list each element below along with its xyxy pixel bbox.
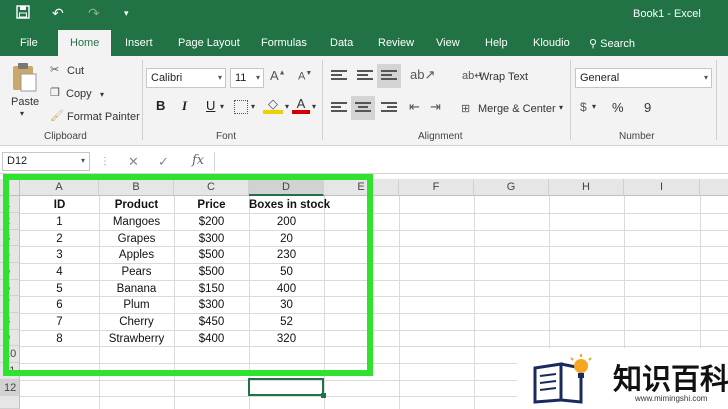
tab-page-layout[interactable]: Page Layout (178, 37, 240, 49)
paste-button[interactable]: Paste (11, 96, 39, 108)
copy-button[interactable]: Copy (66, 88, 92, 100)
increase-indent-icon[interactable]: ⇥ (430, 99, 441, 115)
top-align-icon[interactable] (331, 70, 347, 82)
copy-icon[interactable]: ❐ (50, 86, 60, 99)
tab-insert[interactable]: Insert (125, 37, 153, 49)
name-box-value: D12 (7, 155, 28, 167)
cancel-icon[interactable]: ✕ (128, 154, 139, 170)
font-name-value: Calibri (151, 72, 183, 84)
row-header-12[interactable]: 12 (0, 380, 20, 396)
formula-bar: D12 ▾ ⋮ ✕ ✓ fx (0, 150, 728, 174)
font-color-icon[interactable]: A (292, 96, 310, 116)
column-header-f[interactable]: F (399, 179, 474, 196)
window-title: Book1 - Excel (633, 8, 701, 20)
number-group-label: Number (619, 131, 655, 142)
borders-icon[interactable] (234, 100, 248, 114)
row-header-13 (0, 396, 20, 409)
column-header-overflow (700, 179, 728, 196)
borders-dropdown-icon[interactable]: ▾ (251, 102, 255, 111)
enter-icon[interactable]: ✓ (158, 154, 169, 170)
copy-dropdown-icon[interactable]: ▾ (100, 90, 104, 99)
watermark: 知识百科 www.mimingshi.com (517, 348, 728, 409)
tab-kloudio[interactable]: Kloudio (533, 37, 570, 49)
fill-color-icon[interactable]: ◇ (263, 96, 283, 116)
tab-file[interactable]: File (20, 37, 38, 49)
merge-dropdown-icon[interactable]: ▾ (559, 103, 563, 112)
search-icon: ⚲ (589, 38, 598, 50)
gridline (474, 196, 475, 409)
cut-icon[interactable]: ✂ (50, 63, 59, 76)
align-right-icon[interactable] (381, 102, 397, 114)
insert-function-icon[interactable]: fx (192, 153, 204, 168)
orientation-icon[interactable]: ab↗ (410, 67, 435, 83)
merge-center-button[interactable]: Merge & Center (478, 103, 556, 115)
accounting-format-icon[interactable]: $ (580, 100, 587, 114)
decrease-indent-icon[interactable]: ⇤ (409, 99, 420, 115)
tab-data[interactable]: Data (330, 37, 353, 49)
format-painter-icon[interactable]: 🖌 (50, 109, 64, 122)
column-header-h[interactable]: H (549, 179, 624, 196)
name-box[interactable]: D12 ▾ (2, 152, 90, 171)
font-name-combo[interactable]: Calibri ▾ (146, 68, 226, 88)
tab-help[interactable]: Help (485, 37, 508, 49)
customize-qat-icon[interactable]: ▾ (124, 8, 129, 19)
tab-view[interactable]: View (436, 37, 460, 49)
clipboard-group-label: Clipboard (44, 131, 87, 142)
cut-button[interactable]: Cut (67, 65, 84, 77)
bold-button[interactable]: B (156, 98, 165, 113)
paste-icon[interactable] (10, 62, 38, 97)
group-divider (716, 60, 717, 140)
underline-button[interactable]: U (206, 98, 215, 113)
bottom-align-icon[interactable] (381, 70, 397, 82)
align-left-icon[interactable] (331, 102, 347, 114)
ribbon-tabs: File Home Insert Page Layout Formulas Da… (0, 30, 728, 57)
percent-style-button[interactable]: % (612, 100, 624, 115)
column-header-g[interactable]: G (474, 179, 549, 196)
font-color-dropdown-icon[interactable]: ▾ (312, 102, 316, 111)
tab-home[interactable]: Home (58, 30, 112, 57)
formula-input[interactable] (214, 152, 726, 171)
comma-style-button[interactable]: 9 (644, 100, 651, 115)
increase-font-icon[interactable]: A▲ (270, 68, 286, 83)
watermark-text: 知识百科 (613, 362, 728, 396)
alignment-group-label: Alignment (418, 131, 463, 142)
tab-formulas[interactable]: Formulas (261, 37, 307, 49)
ribbon-home: Paste ▾ ✂ Cut ❐ Copy ▾ 🖌 Format Painter … (0, 56, 728, 146)
title-bar: ↶ ↷ ▾ Book1 - Excel (0, 0, 728, 30)
book-lightbulb-logo (531, 354, 595, 404)
font-group-label: Font (216, 131, 237, 142)
gridline (399, 196, 400, 409)
column-header-i[interactable]: I (624, 179, 700, 196)
italic-button[interactable]: I (182, 98, 187, 114)
number-format-combo[interactable]: General ▾ (575, 68, 712, 88)
redo-icon[interactable]: ↷ (88, 5, 100, 22)
active-cell-d12[interactable] (248, 378, 326, 398)
accounting-dropdown-icon[interactable]: ▾ (592, 102, 596, 111)
group-divider (570, 60, 571, 140)
search-label: Search (600, 38, 635, 50)
group-divider (322, 60, 323, 140)
more-options-icon: ⋮ (100, 156, 110, 167)
save-icon[interactable] (16, 5, 30, 22)
merge-center-icon[interactable]: ⊞ (461, 102, 470, 115)
wrap-text-button[interactable]: Wrap Text (479, 71, 528, 83)
font-size-combo[interactable]: 11 ▾ (230, 68, 264, 88)
paste-dropdown-icon[interactable]: ▾ (20, 109, 24, 118)
decrease-font-icon[interactable]: A▼ (298, 70, 312, 83)
watermark-url: www.mimingshi.com (635, 394, 708, 403)
number-format-value: General (580, 72, 620, 84)
group-divider (142, 60, 143, 140)
align-center-icon[interactable] (355, 102, 371, 114)
tab-review[interactable]: Review (378, 37, 414, 49)
underline-dropdown-icon[interactable]: ▾ (220, 102, 224, 111)
fill-color-dropdown-icon[interactable]: ▾ (285, 102, 289, 111)
font-size-value: 11 (235, 72, 247, 84)
table-highlight-frame (3, 174, 373, 376)
search-tab[interactable]: ⚲ Search (589, 37, 635, 50)
format-painter-button[interactable]: Format Painter (67, 111, 140, 123)
undo-icon[interactable]: ↶ (52, 5, 64, 22)
middle-align-icon[interactable] (357, 70, 373, 82)
